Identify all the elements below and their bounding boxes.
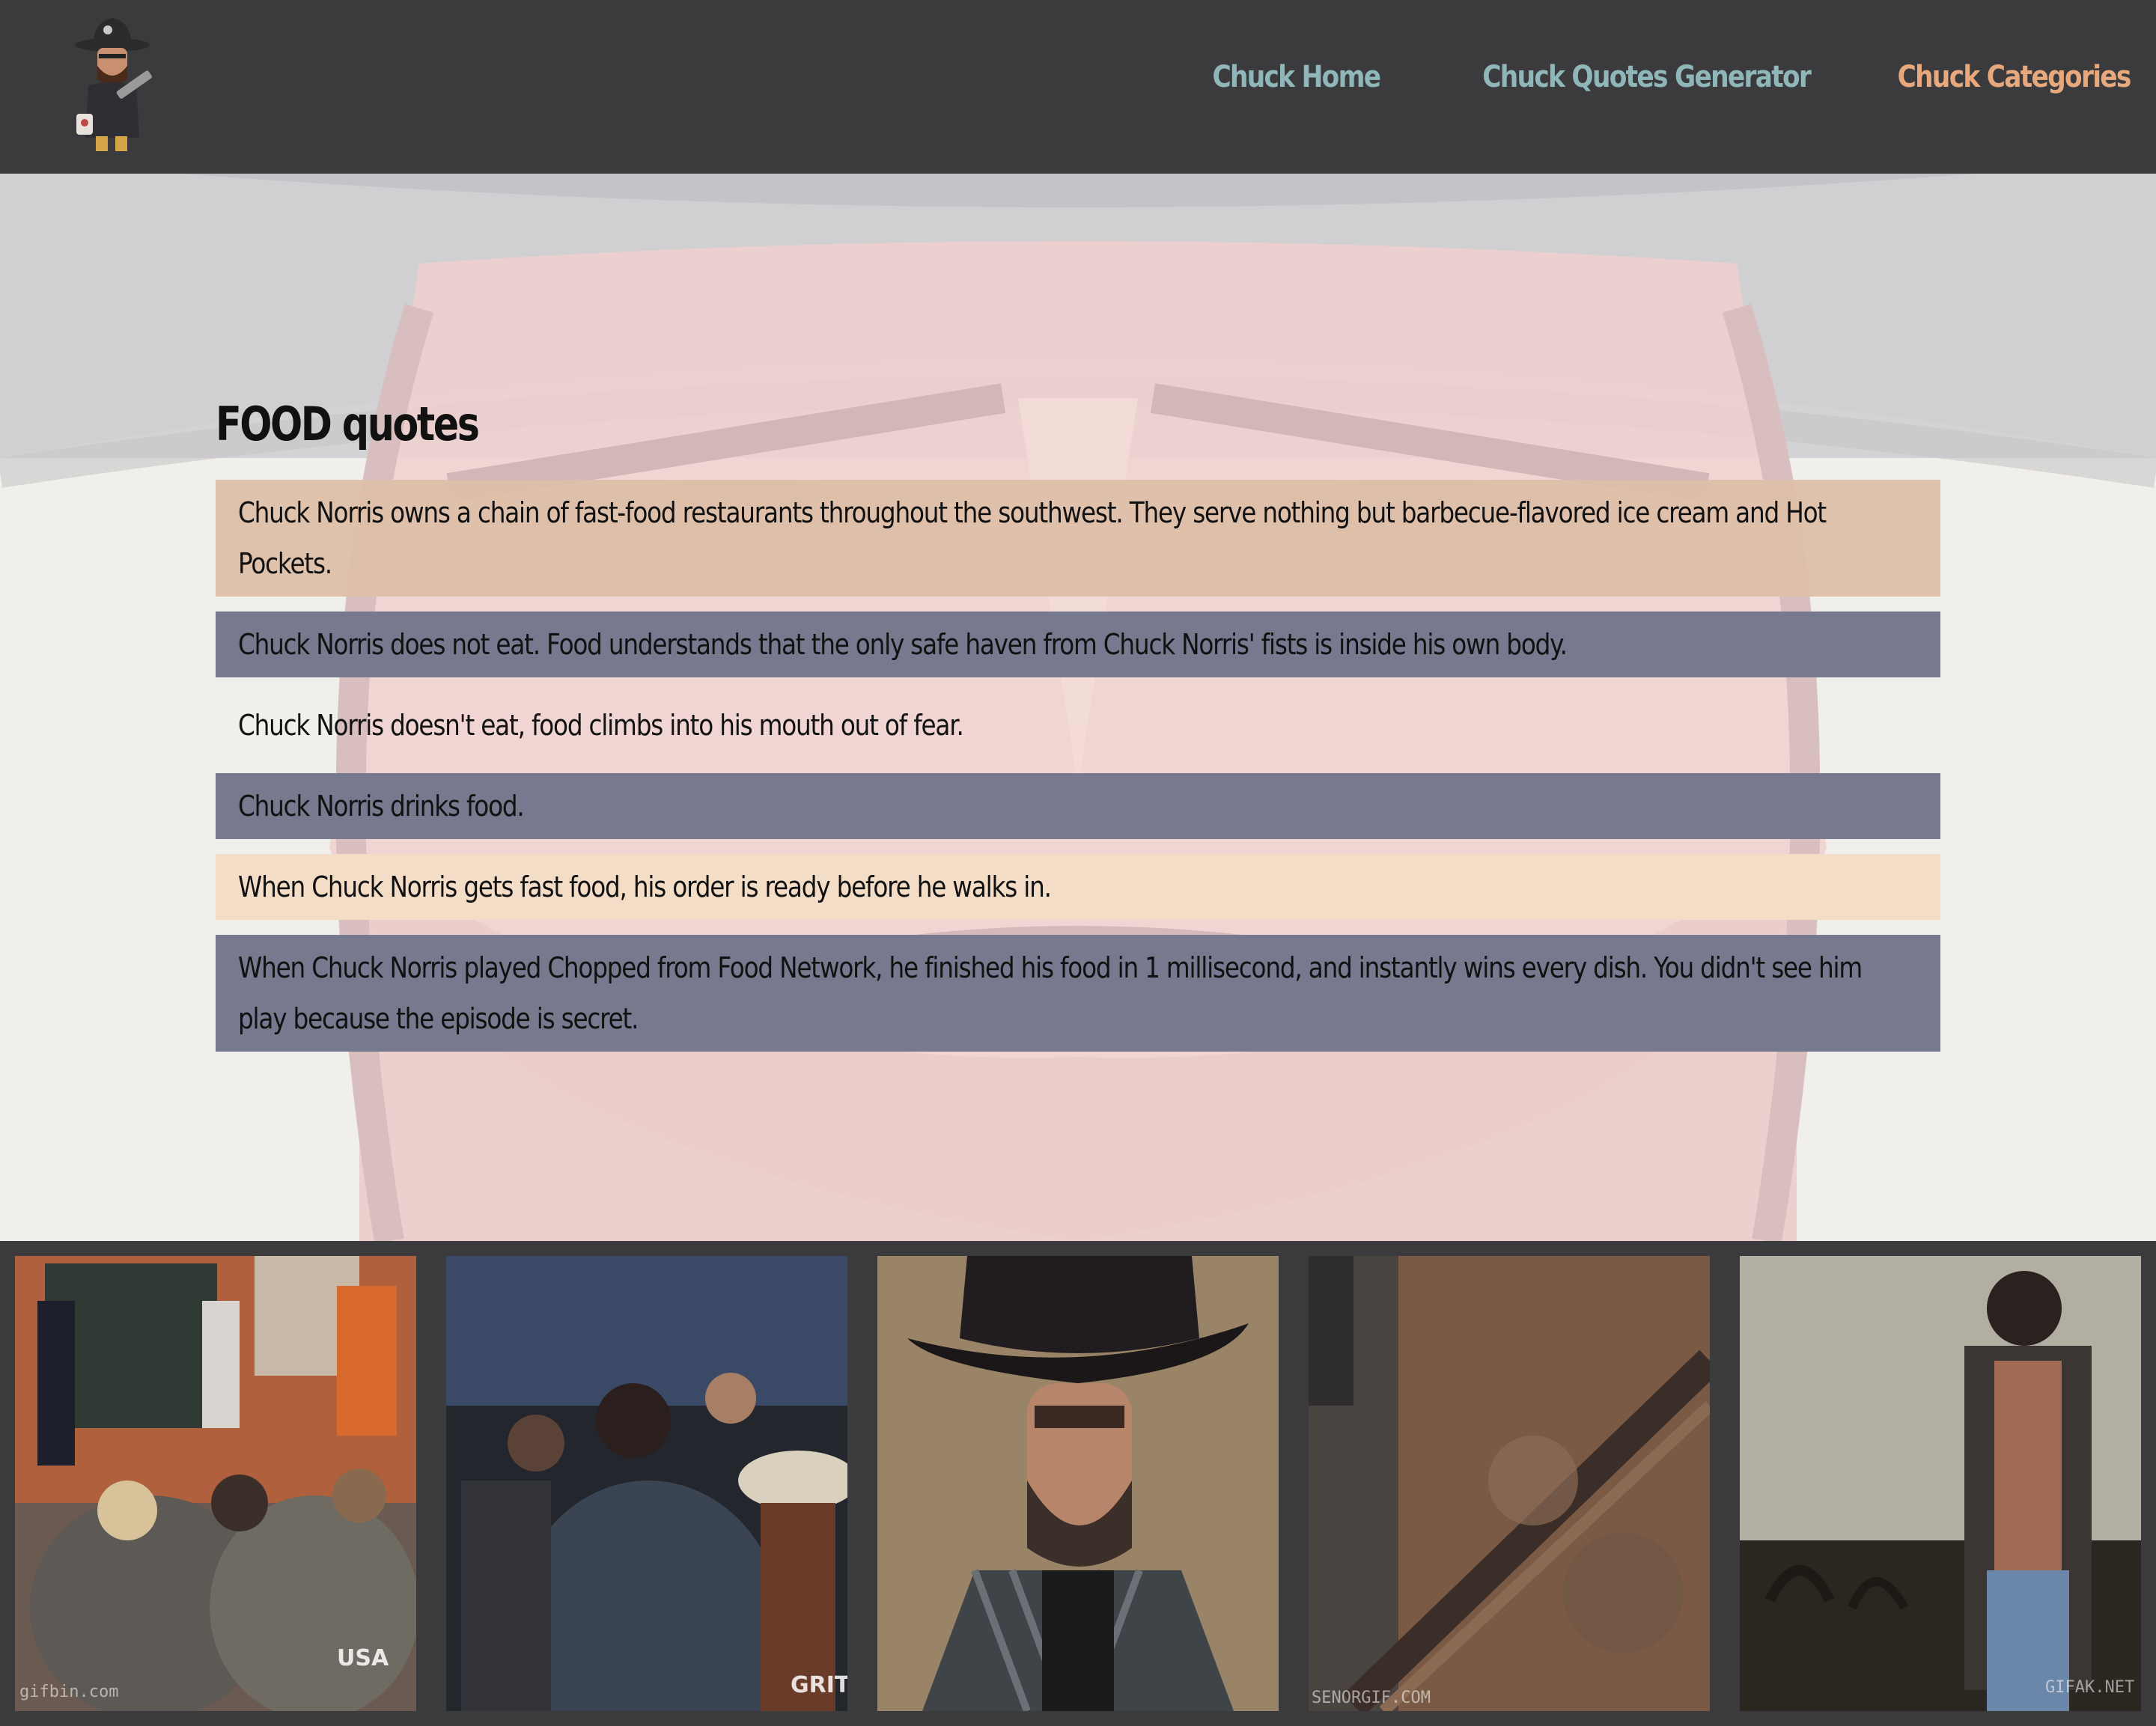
- gif-open-shirt[interactable]: GIFAK.NET: [1740, 1256, 2141, 1711]
- gif-watermark: gifbin.com: [19, 1683, 119, 1701]
- gif-classroom[interactable]: USA gifbin.com: [15, 1256, 416, 1711]
- category-title: FOOD quotes: [216, 397, 480, 451]
- gif-channel-tag: USA: [337, 1645, 389, 1671]
- nav-chuck-categories[interactable]: Chuck Categories: [1898, 60, 2132, 94]
- gif-gallery: USA gifbin.com GRIT SENORGIF.COM GIFAK.N…: [0, 1241, 2156, 1726]
- chuck-norris-logo[interactable]: [66, 10, 163, 153]
- gif-stone-wall[interactable]: SENORGIF.COM: [1309, 1256, 1710, 1711]
- quote-item: Chuck Norris does not eat. Food understa…: [216, 612, 1940, 677]
- quotes-section: FOOD quotes Chuck Norris owns a chain of…: [216, 397, 1940, 1067]
- gif-crowd[interactable]: GRIT: [446, 1256, 847, 1711]
- main-nav: Chuck Home Chuck Quotes Generator Chuck …: [1185, 60, 2131, 94]
- gif-channel-tag: GRIT: [791, 1672, 847, 1698]
- quote-item: When Chuck Norris played Chopped from Fo…: [216, 935, 1940, 1052]
- quote-text: Chuck Norris does not eat. Food understa…: [238, 628, 1568, 661]
- quote-text: Chuck Norris doesn't eat, food climbs in…: [238, 709, 964, 742]
- nav-chuck-home[interactable]: Chuck Home: [1212, 60, 1381, 94]
- quote-item: Chuck Norris doesn't eat, food climbs in…: [216, 692, 1940, 758]
- nav-chuck-quotes-generator[interactable]: Chuck Quotes Generator: [1483, 60, 1812, 94]
- quote-text: When Chuck Norris gets fast food, his or…: [238, 870, 1052, 903]
- quote-item: When Chuck Norris gets fast food, his or…: [216, 854, 1940, 920]
- quote-text: Chuck Norris drinks food.: [238, 790, 525, 823]
- quote-item: Chuck Norris owns a chain of fast-food r…: [216, 480, 1940, 597]
- quote-item: Chuck Norris drinks food.: [216, 773, 1940, 839]
- gif-cowboy-hat[interactable]: [877, 1256, 1279, 1711]
- gif-watermark: GIFAK.NET: [2045, 1678, 2135, 1697]
- gif-watermark: SENORGIF.COM: [1312, 1689, 1431, 1707]
- quote-text: When Chuck Norris played Chopped from Fo…: [238, 951, 1863, 1035]
- quote-text: Chuck Norris owns a chain of fast-food r…: [238, 496, 1827, 580]
- site-header: Chuck Home Chuck Quotes Generator Chuck …: [0, 0, 2156, 174]
